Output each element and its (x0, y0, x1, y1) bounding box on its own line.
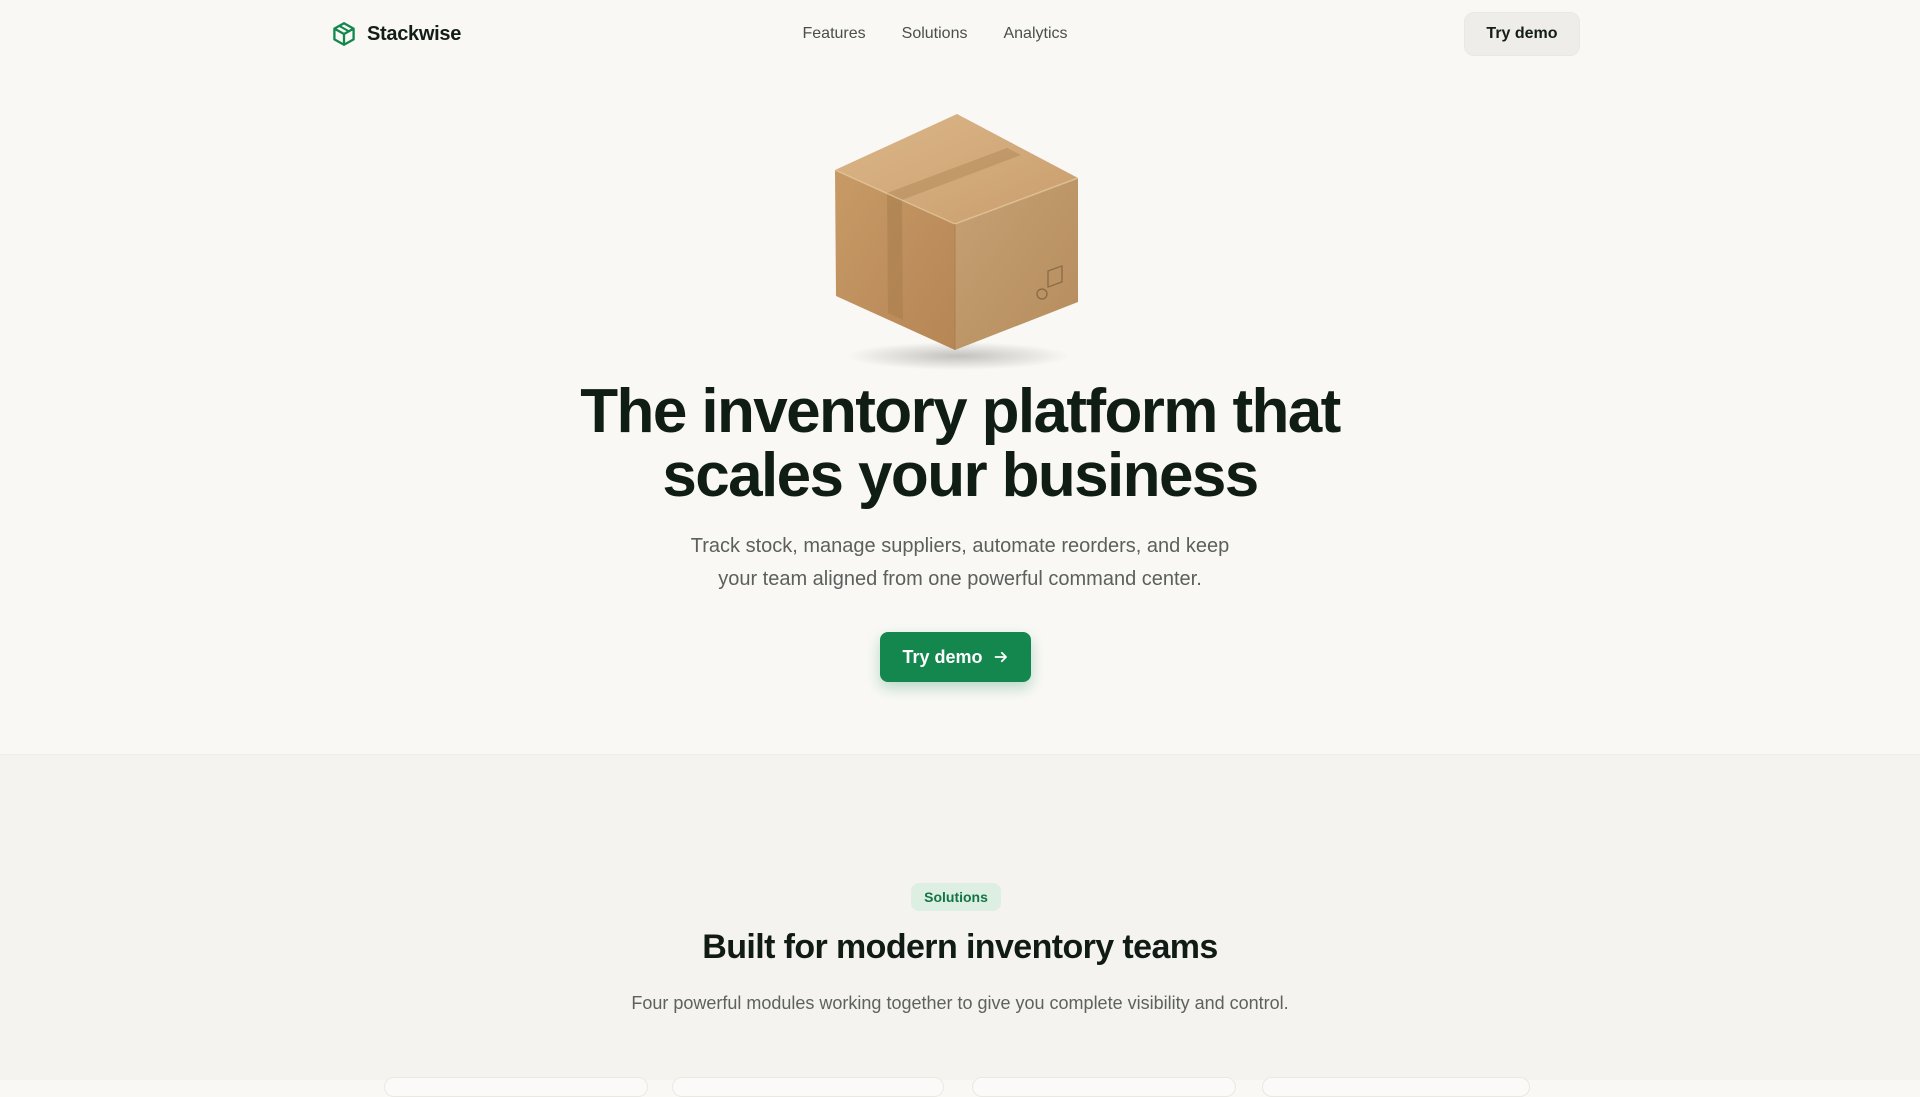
solutions-title: Built for modern inventory teams (702, 928, 1218, 966)
solutions-section: Solutions Built for modern inventory tea… (0, 754, 1920, 1097)
nav-links: Features Solutions Analytics (0, 22, 1920, 46)
hero-subtitle: Track stock, manage suppliers, automate … (0, 530, 1920, 596)
hero-subtitle-line-2: your team aligned from one powerful comm… (718, 568, 1202, 590)
solutions-subtitle: Four powerful modules working together t… (631, 993, 1289, 1013)
hero-box-image (820, 106, 1090, 376)
top-navigation: Stackwise Features Solutions Analytics T… (0, 0, 1920, 68)
hero-try-demo-button[interactable]: Try demo (880, 632, 1031, 682)
hero-section: The inventory platform that scales your … (0, 68, 1920, 754)
cardboard-box-illustration (834, 114, 1079, 370)
hero-title-line-1: The inventory platform that (580, 377, 1341, 446)
arrow-right-icon (994, 651, 1007, 663)
module-card[interactable] (972, 1077, 1236, 1097)
nav-try-demo-button[interactable]: Try demo (1464, 12, 1580, 56)
hero-try-demo-label: Try demo (902, 646, 983, 667)
nav-link-solutions[interactable]: Solutions (902, 22, 968, 46)
module-card[interactable] (672, 1077, 944, 1097)
hero-title-line-2: scales your business (662, 441, 1259, 510)
nav-link-analytics[interactable]: Analytics (1003, 22, 1067, 46)
module-card[interactable] (384, 1077, 648, 1097)
hero-title: The inventory platform that scales your … (0, 380, 1920, 508)
nav-link-features[interactable]: Features (803, 22, 866, 46)
module-card[interactable] (1262, 1077, 1530, 1097)
solutions-badge: Solutions (911, 883, 1001, 911)
hero-subtitle-line-1: Track stock, manage suppliers, automate … (690, 535, 1230, 557)
